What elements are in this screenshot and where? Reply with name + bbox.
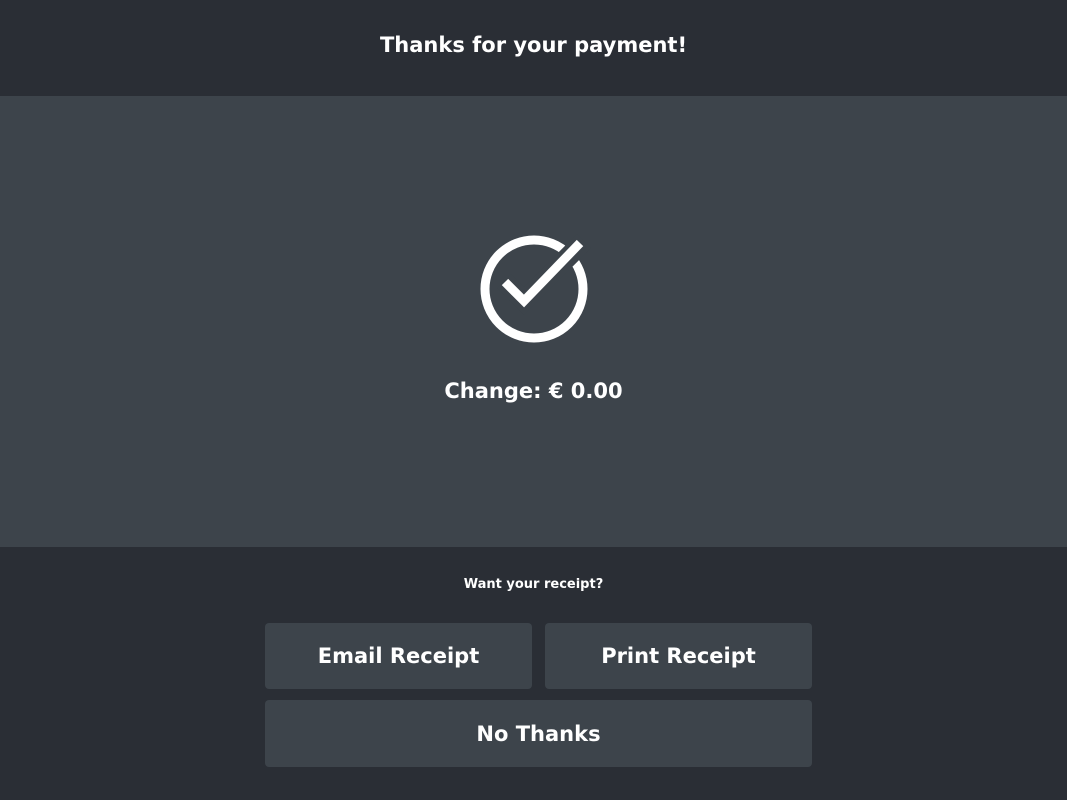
receipt-options: Want your receipt? Email Receipt Print R…: [0, 547, 1067, 800]
page-title: Thanks for your payment!: [379, 32, 688, 57]
no-thanks-button[interactable]: No Thanks: [265, 700, 812, 767]
header-bar: Thanks for your payment!: [0, 0, 1067, 96]
print-receipt-button[interactable]: Print Receipt: [545, 623, 812, 689]
check-circle-icon: [480, 233, 592, 343]
change-amount: Change: € 0.00: [444, 379, 623, 403]
receipt-question: Want your receipt?: [463, 577, 604, 592]
email-receipt-button[interactable]: Email Receipt: [265, 623, 532, 689]
payment-confirmation-panel: Change: € 0.00: [0, 96, 1067, 547]
